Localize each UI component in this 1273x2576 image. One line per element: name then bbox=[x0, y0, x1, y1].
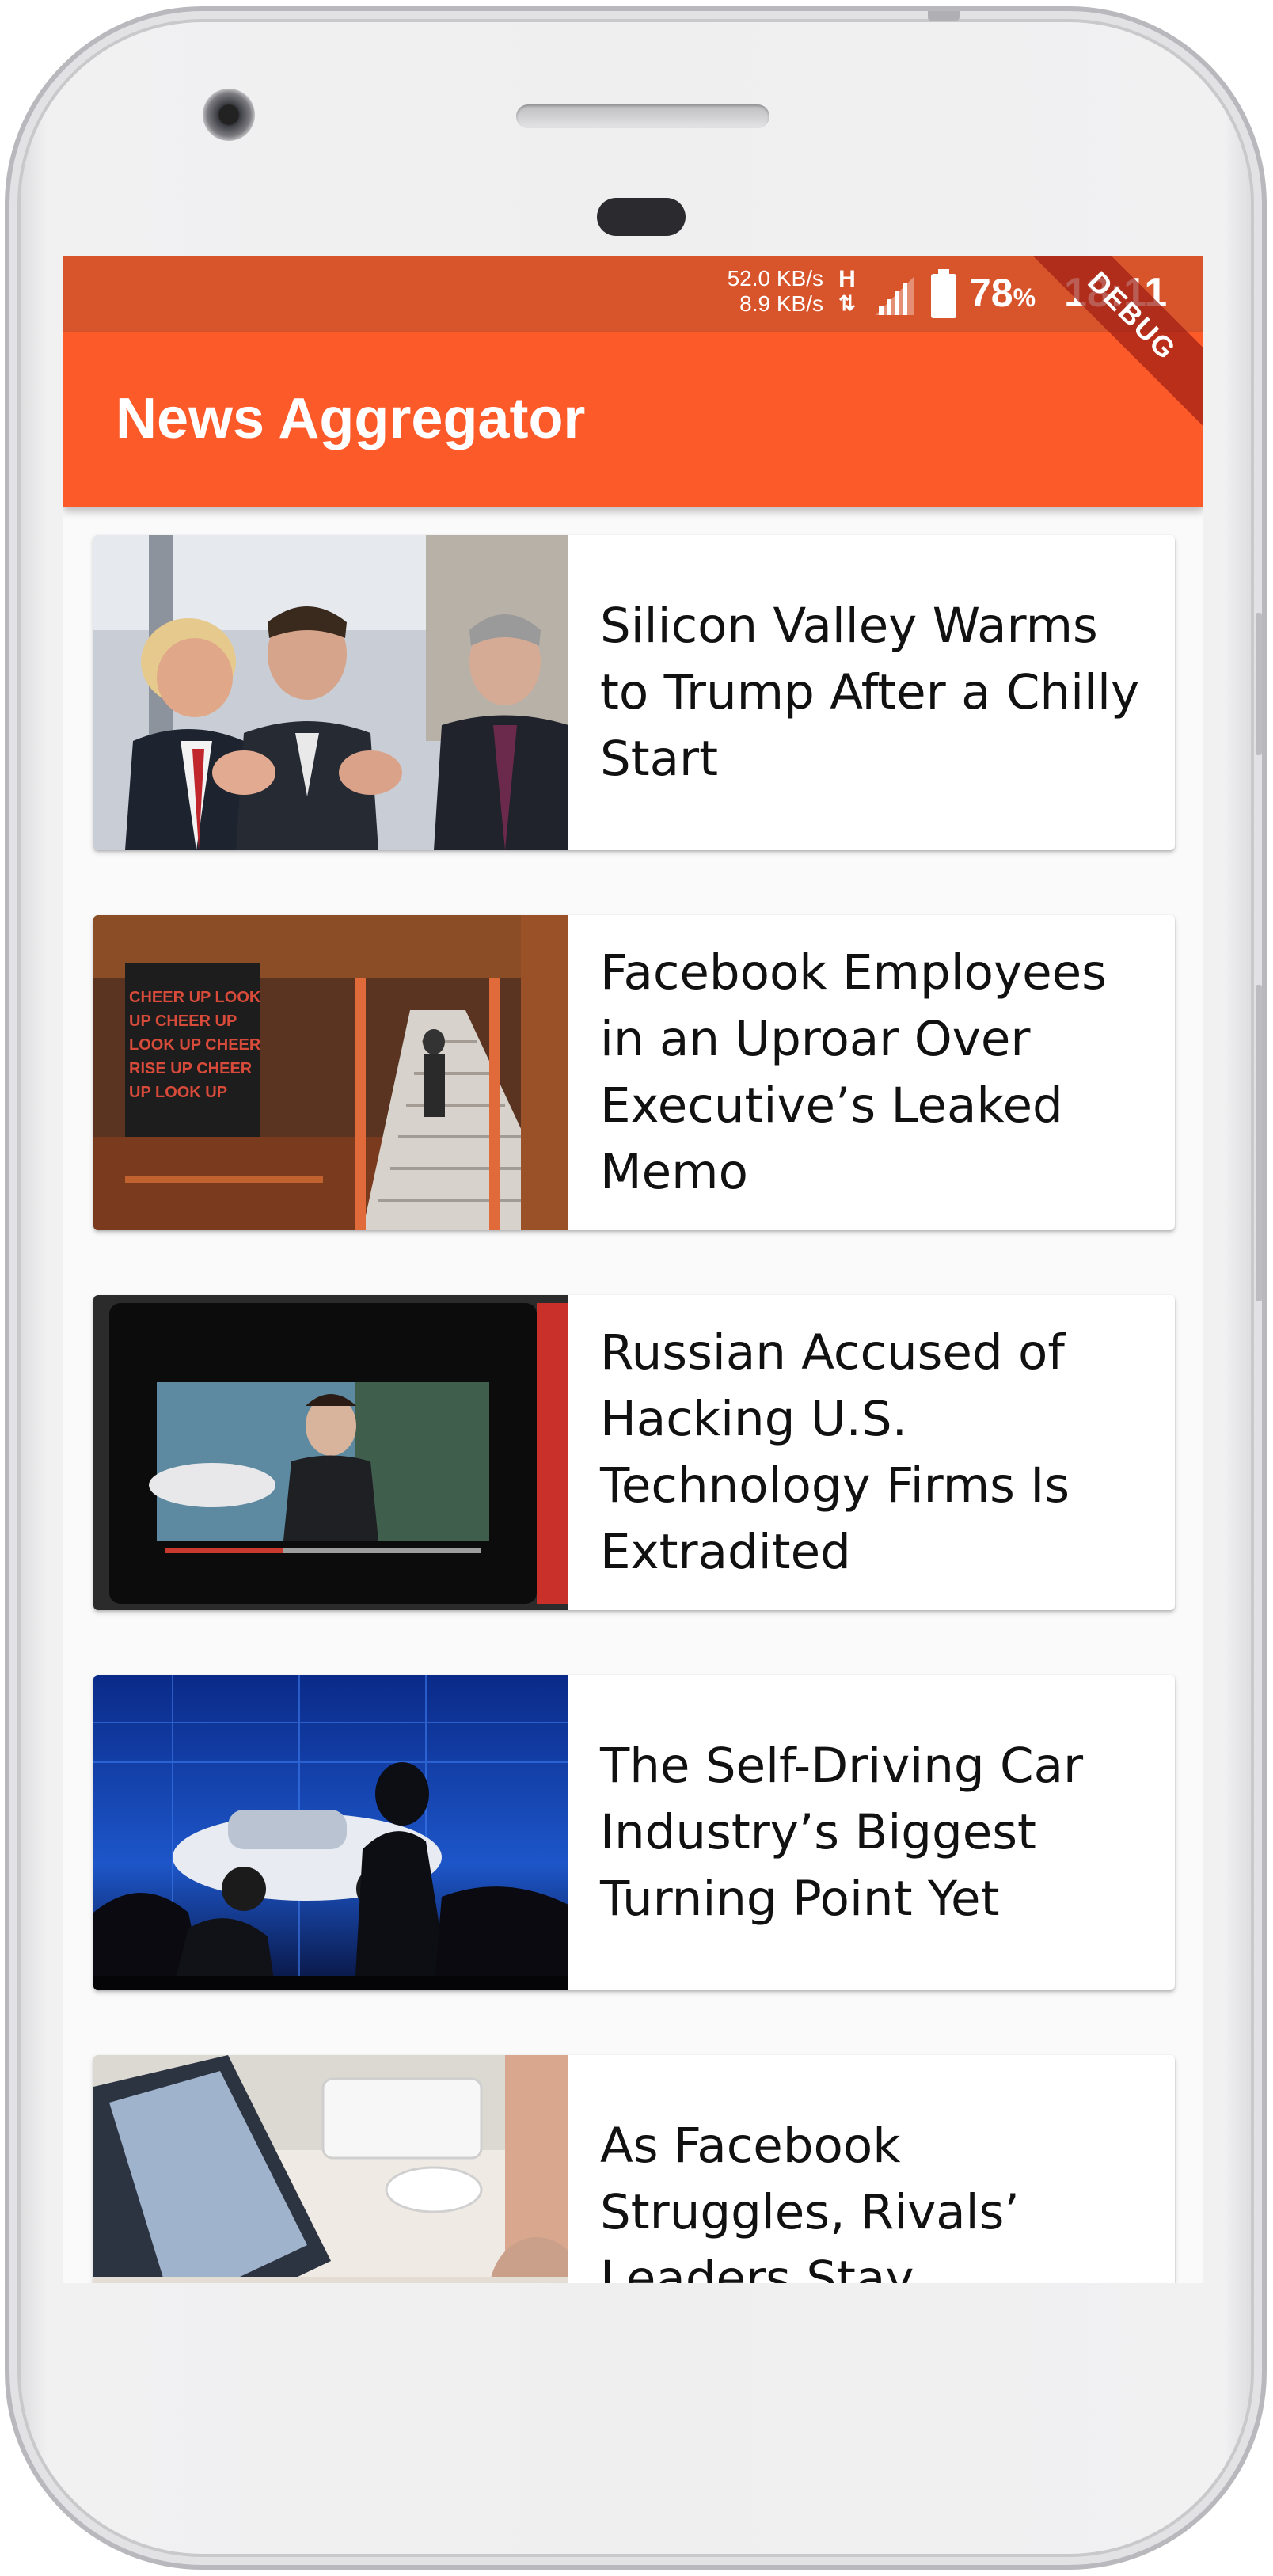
network-arrows-icon: H ⇅ bbox=[831, 268, 863, 323]
battery-level: 78% bbox=[969, 269, 1036, 321]
network-speed: 52.0 KB/s 8.9 KB/s bbox=[705, 266, 823, 317]
earpiece-speaker bbox=[516, 104, 770, 128]
power-button bbox=[1256, 985, 1262, 1301]
network-speed-down: 8.9 KB/s bbox=[739, 291, 823, 316]
article-thumbnail bbox=[93, 1675, 568, 1990]
screen: 52.0 KB/s 8.9 KB/s H ⇅ 78% 18:11 News Ag… bbox=[63, 256, 1203, 2283]
article-title-text: Facebook Employees in an Uproar Over Exe… bbox=[600, 944, 1107, 1200]
article-list[interactable]: Silicon Valley Warms to Trump After a Ch… bbox=[63, 507, 1203, 2283]
status-bar: 52.0 KB/s 8.9 KB/s H ⇅ 78% 18:11 bbox=[63, 256, 1203, 332]
article-thumbnail bbox=[93, 535, 568, 850]
article-thumbnail: CHEER UP LOOK UP CHEER UP LOOK UP CHEER … bbox=[93, 915, 568, 1230]
svg-text:CHEER UP LOOK: CHEER UP LOOK bbox=[129, 989, 261, 1006]
article-title[interactable]: Facebook Employees in an Uproar Over Exe… bbox=[600, 915, 1154, 1230]
app-bar: News Aggregator bbox=[63, 332, 1203, 507]
article-card[interactable]: As Facebook Struggles, Rivals’ Leaders S… bbox=[93, 2055, 1175, 2283]
svg-text:LOOK UP CHEER: LOOK UP CHEER bbox=[129, 1036, 261, 1054]
article-title-text: Russian Accused of Hacking U.S. Technolo… bbox=[600, 1324, 1070, 1580]
article-title[interactable]: Silicon Valley Warms to Trump After a Ch… bbox=[600, 535, 1154, 850]
svg-text:UP CHEER UP: UP CHEER UP bbox=[129, 1013, 237, 1030]
article-card[interactable]: The Self-Driving Car Industry’s Biggest … bbox=[93, 1675, 1175, 1990]
front-camera bbox=[203, 89, 255, 141]
proximity-sensor bbox=[597, 198, 686, 236]
article-title[interactable]: As Facebook Struggles, Rivals’ Leaders S… bbox=[600, 2055, 1154, 2283]
article-title[interactable]: Russian Accused of Hacking U.S. Technolo… bbox=[600, 1295, 1154, 1610]
page-title: News Aggregator bbox=[116, 387, 586, 450]
article-card[interactable]: Silicon Valley Warms to Trump After a Ch… bbox=[93, 535, 1175, 850]
article-title[interactable]: The Self-Driving Car Industry’s Biggest … bbox=[600, 1675, 1154, 1990]
network-type: H bbox=[838, 266, 856, 292]
article-title-text: Silicon Valley Warms to Trump After a Ch… bbox=[600, 598, 1140, 787]
svg-text:UP LOOK UP: UP LOOK UP bbox=[129, 1084, 227, 1101]
article-thumbnail bbox=[93, 1295, 568, 1610]
article-title-text: The Self-Driving Car Industry’s Biggest … bbox=[600, 1738, 1084, 1927]
battery-unit: % bbox=[1013, 283, 1036, 312]
battery-percent: 78 bbox=[969, 271, 1013, 315]
volume-button bbox=[1256, 613, 1262, 755]
article-thumbnail bbox=[93, 2055, 568, 2283]
battery-icon bbox=[931, 269, 956, 318]
network-speed-up: 52.0 KB/s bbox=[727, 266, 823, 291]
article-card[interactable]: Russian Accused of Hacking U.S. Technolo… bbox=[93, 1295, 1175, 1610]
article-title-text: As Facebook Struggles, Rivals’ Leaders S… bbox=[600, 2118, 1020, 2283]
svg-text:RISE UP CHEER: RISE UP CHEER bbox=[129, 1060, 253, 1077]
article-card[interactable]: CHEER UP LOOK UP CHEER UP LOOK UP CHEER … bbox=[93, 915, 1175, 1230]
phone-top-edge bbox=[928, 11, 960, 21]
signal-icon bbox=[876, 277, 914, 315]
